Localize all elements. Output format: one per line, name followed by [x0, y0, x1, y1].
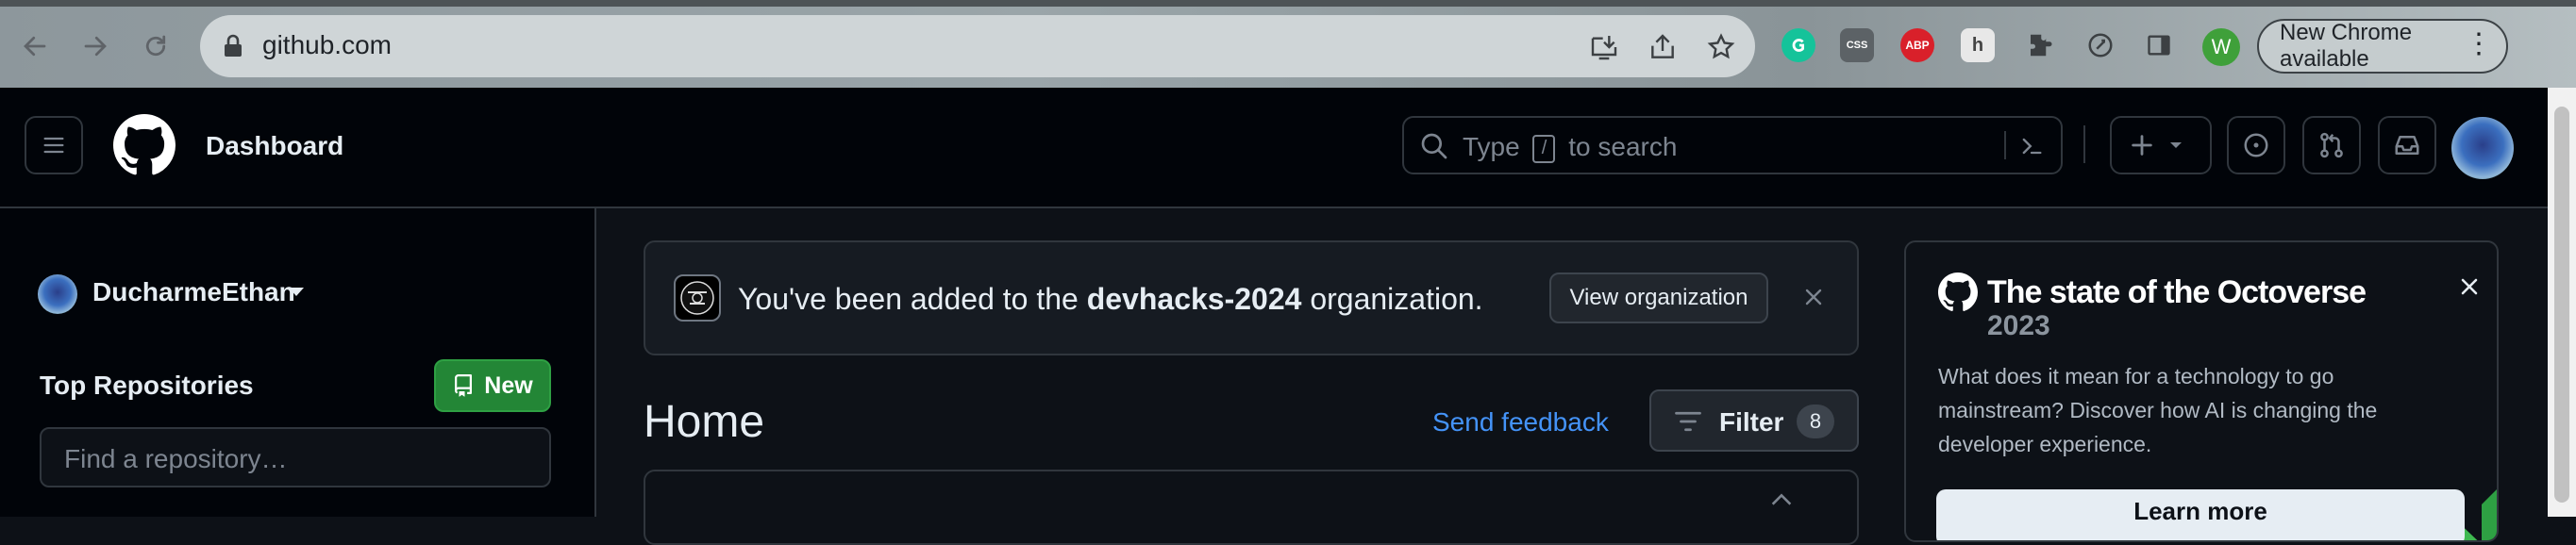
user-avatar[interactable]: [2451, 117, 2514, 179]
install-icon: [1591, 36, 1617, 60]
feed-card: [644, 470, 1859, 545]
command-palette-icon[interactable]: [2017, 133, 2046, 159]
reload-icon: [145, 35, 166, 57]
tab-strip-edge: [0, 0, 2576, 7]
honey-icon[interactable]: h: [1961, 28, 1995, 62]
home-heading: Home: [644, 397, 765, 447]
address-bar[interactable]: github.com: [200, 15, 1755, 77]
notice-message: You've been added to the devhacks-2024 o…: [738, 282, 1483, 317]
search-icon: [1421, 133, 1447, 159]
header-divider: [2083, 125, 2085, 163]
notice-text-before: You've been added to the: [738, 282, 1079, 316]
context-switcher-name[interactable]: DucharmeEthan: [92, 277, 295, 307]
hamburger-icon: [43, 137, 64, 154]
search-divider: [2004, 131, 2006, 159]
share-icon: [1651, 34, 1674, 58]
caret-down-icon[interactable]: [289, 288, 304, 296]
page-scrollbar[interactable]: [2548, 88, 2576, 517]
forward-button[interactable]: [72, 23, 119, 70]
search-placeholder-before: Type: [1463, 132, 1520, 161]
inbox-button[interactable]: [2378, 116, 2436, 174]
performance-icon[interactable]: [2083, 28, 2117, 62]
css-icon[interactable]: CSS: [1840, 28, 1874, 62]
filter-count-badge: 8: [1797, 405, 1834, 438]
notice-text-after: organization.: [1310, 282, 1483, 316]
puzzle-icon[interactable]: [2023, 28, 2057, 62]
search-placeholder: Type / to search: [1463, 132, 1677, 163]
grammarly-icon[interactable]: [1781, 28, 1815, 62]
repo-icon: [455, 374, 473, 397]
learn-more-button[interactable]: Learn more: [1936, 489, 2465, 540]
org-invite-notice: You've been added to the devhacks-2024 o…: [644, 240, 1859, 355]
pull-requests-button[interactable]: [2302, 116, 2361, 174]
filter-icon: [1675, 411, 1701, 432]
context-avatar[interactable]: [38, 274, 77, 314]
update-chrome-button[interactable]: New Chrome available ⋮: [2257, 19, 2508, 74]
profile-avatar[interactable]: W: [2202, 28, 2240, 66]
more-vertical-icon: ⋮: [2465, 28, 2493, 59]
arrow-right-icon: [84, 36, 107, 57]
triangle-down-icon: [2170, 142, 2182, 148]
reload-button[interactable]: [132, 23, 179, 70]
page-title[interactable]: Dashboard: [206, 131, 343, 161]
github-header: Dashboard Type / to search: [0, 88, 2548, 208]
close-icon: [2461, 278, 2478, 295]
feed-filter-button[interactable]: Filter 8: [1649, 389, 1859, 452]
arrow-left-icon: [24, 36, 46, 57]
search-placeholder-after: to search: [1568, 132, 1678, 161]
chevron-up-icon[interactable]: [1768, 490, 1795, 509]
find-repository-placeholder: Find a repository…: [64, 444, 288, 473]
side-panel-icon: [2148, 35, 2170, 56]
top-repositories-heading: Top Repositories: [40, 371, 254, 400]
view-organization-button[interactable]: View organization: [1549, 272, 1768, 323]
dismiss-notice-button[interactable]: [1797, 280, 1831, 314]
scrollbar-thumb[interactable]: [2554, 107, 2569, 503]
inbox-icon: [2395, 136, 2419, 155]
issue-opened-icon: [2244, 133, 2268, 157]
new-repository-button[interactable]: New: [434, 359, 551, 412]
issues-button[interactable]: [2227, 116, 2285, 174]
close-icon: [1805, 289, 1822, 306]
search-input[interactable]: Type / to search: [1402, 116, 2063, 174]
octoverse-description: What does it mean for a technology to go…: [1938, 364, 2378, 456]
find-repository-input[interactable]: Find a repository…: [40, 427, 551, 487]
octoverse-year: 2023: [1987, 310, 2050, 341]
side-panel-button[interactable]: [2142, 28, 2176, 62]
lock-icon: [225, 34, 242, 57]
new-repository-label: New: [484, 372, 533, 399]
create-new-button[interactable]: [2110, 116, 2212, 174]
install-app-button[interactable]: [1587, 30, 1621, 64]
github-logo-icon[interactable]: [113, 114, 176, 176]
global-menu-button[interactable]: [25, 116, 83, 174]
slash-key-hint: /: [1532, 134, 1556, 163]
github-mark-icon: [1938, 272, 1978, 311]
filter-label: Filter: [1719, 407, 1784, 437]
share-button[interactable]: [1646, 30, 1680, 64]
dismiss-octoverse-button[interactable]: [2453, 271, 2485, 303]
send-feedback-link[interactable]: Send feedback: [1432, 407, 1609, 438]
browser-toolbar: github.com CSS ABP h W New Chrome availa…: [0, 0, 2576, 88]
bookmark-button[interactable]: [1704, 30, 1738, 64]
url-text[interactable]: github.com: [262, 30, 392, 60]
octoverse-title: The state of the Octoverse: [1987, 274, 2367, 310]
dashboard-sidebar: DucharmeEthan Top Repositories New Find …: [0, 208, 596, 517]
org-avatar: [674, 274, 721, 322]
octoverse-promo-card: The state of the Octoverse 2023 What doe…: [1904, 240, 2499, 542]
git-pull-request-icon: [2320, 132, 2343, 158]
back-button[interactable]: [11, 23, 59, 70]
adblock-plus-icon[interactable]: ABP: [1900, 28, 1934, 62]
star-icon: [1707, 33, 1735, 59]
plus-icon: [2132, 135, 2152, 156]
devhacks-logo-icon: [680, 281, 714, 315]
notice-org-name: devhacks-2024: [1086, 282, 1302, 316]
